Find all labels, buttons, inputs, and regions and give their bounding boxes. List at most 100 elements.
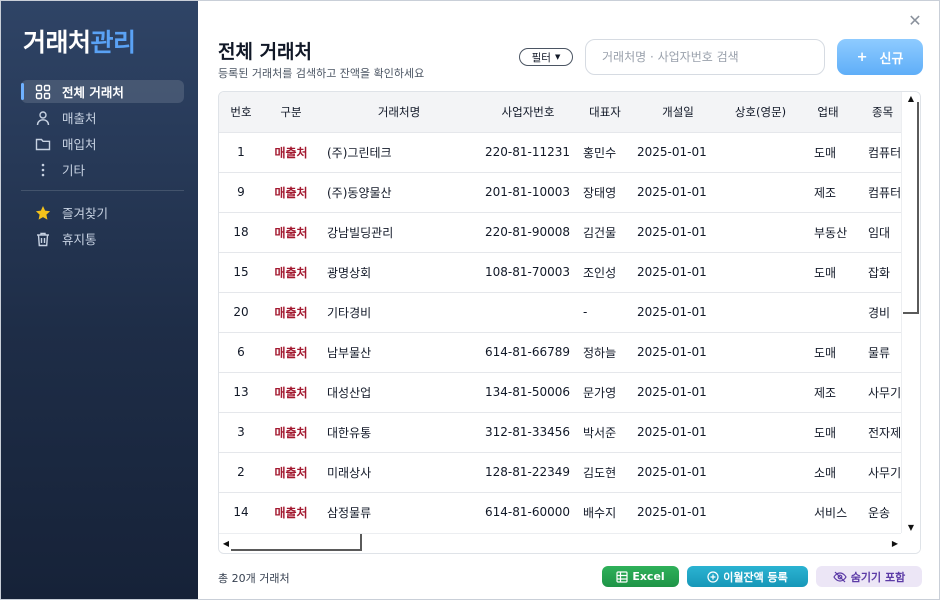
search-input[interactable] <box>586 40 824 74</box>
cell-opened: 2025-01-01 <box>637 465 707 479</box>
cell-biz-no: 108-81-70003 <box>485 265 571 279</box>
column-header-no[interactable]: 번호 <box>219 92 263 132</box>
new-button-label: 신규 <box>879 51 904 67</box>
page-subtitle: 등록된 거래처를 검색하고 잔액을 확인하세요 <box>218 67 425 80</box>
table-row[interactable]: 15 매출처 광명상회 108-81-70003 조인성 2025-01-01 … <box>219 252 903 292</box>
app-logo: 거래처관리 <box>23 23 136 59</box>
plus-icon: + <box>856 49 868 65</box>
cell-eng-name <box>723 412 798 452</box>
include-hidden-toggle[interactable]: 숨기기 포함 <box>816 566 922 587</box>
column-header-item[interactable]: 종목 <box>858 92 903 132</box>
cell-eng-name <box>723 492 798 532</box>
horizontal-scroll-thumb[interactable] <box>231 534 362 551</box>
cell-no: 2 <box>237 465 245 479</box>
sidebar-item-others[interactable]: 기타 <box>21 158 184 181</box>
table-row[interactable]: 9 매출처 (주)동양물산 201-81-10003 장태영 2025-01-0… <box>219 172 903 212</box>
cell-opened: 2025-01-01 <box>637 145 707 159</box>
page-title: 전체 거래처 <box>218 41 313 63</box>
cell-rep: 장태영 <box>583 185 617 200</box>
table-row[interactable]: 2 매출처 미래상사 128-81-22349 김도현 2025-01-01 소… <box>219 452 903 492</box>
cell-type: 매출처 <box>274 465 308 480</box>
column-header-opened[interactable]: 개설일 <box>633 92 723 132</box>
main-panel: ✕ 전체 거래처 등록된 거래처를 검색하고 잔액을 확인하세요 필터 ▼ + … <box>198 1 939 599</box>
cell-biz-no: 312-81-33456 <box>485 425 571 439</box>
cell-no: 13 <box>233 385 249 399</box>
carryover-balance-button[interactable]: 이월잔액 등록 <box>687 566 808 587</box>
cell-item: 컴퓨터주 <box>868 185 903 200</box>
table-row[interactable]: 18 매출처 강남빌딩관리 220-81-90008 김건물 2025-01-0… <box>219 212 903 252</box>
new-client-button[interactable]: + 신규 <box>837 39 923 75</box>
column-header-rep[interactable]: 대표자 <box>577 92 633 132</box>
cell-eng-name <box>723 332 798 372</box>
cell-type: 매출처 <box>274 425 308 440</box>
cell-industry: 서비스 <box>814 505 848 520</box>
sidebar-item-favorites[interactable]: 즐겨찾기 <box>21 201 184 224</box>
cell-opened: 2025-01-01 <box>637 345 707 359</box>
scroll-left-icon[interactable]: ◀ <box>221 539 231 549</box>
cell-opened: 2025-01-01 <box>637 385 707 399</box>
cell-no: 1 <box>237 145 245 159</box>
sidebar-item-trash[interactable]: 휴지통 <box>21 227 184 250</box>
cell-type: 매출처 <box>274 345 308 360</box>
table-row[interactable]: 14 매출처 삼정물류 614-81-60000 배수지 2025-01-01 … <box>219 492 903 532</box>
cell-rep: 홍민수 <box>583 145 617 160</box>
sidebar-item-all-clients[interactable]: 전체 거래처 <box>21 80 184 103</box>
cell-name: 미래상사 <box>327 465 372 480</box>
cell-type: 매출처 <box>274 305 308 320</box>
cell-type: 매출처 <box>274 265 308 280</box>
cell-industry <box>798 292 858 332</box>
sidebar-item-label: 매출처 <box>62 111 97 126</box>
vertical-scroll-thumb[interactable] <box>903 102 919 314</box>
table-row[interactable]: 6 매출처 남부물산 614-81-66789 정하늘 2025-01-01 도… <box>219 332 903 372</box>
logo-text-accent: 관리 <box>90 28 137 57</box>
excel-export-button[interactable]: Excel <box>602 566 679 587</box>
cell-item: 사무기기 <box>868 385 903 400</box>
cell-rep: 조인성 <box>583 265 617 280</box>
sidebar-item-sales-clients[interactable]: 매출처 <box>21 106 184 129</box>
scroll-right-icon[interactable]: ▶ <box>890 539 900 549</box>
excel-label: Excel <box>632 570 665 583</box>
sidebar-item-label: 매입처 <box>62 137 97 152</box>
cell-rep: 문가영 <box>583 385 617 400</box>
cell-type: 매출처 <box>274 185 308 200</box>
filter-button[interactable]: 필터 ▼ <box>519 48 573 66</box>
app-window: 거래처관리 전체 거래처 매출처 매입처 기타 즐겨찾기 휴지통 ✕ 전체 거래… <box>0 0 940 600</box>
cell-industry: 도매 <box>814 265 837 280</box>
table-row[interactable]: 13 매출처 대성산업 134-81-50006 문가영 2025-01-01 … <box>219 372 903 412</box>
caret-down-icon: ▼ <box>554 53 561 61</box>
trash-icon <box>35 231 51 247</box>
cell-type: 매출처 <box>274 225 308 240</box>
cell-item: 운송 <box>868 505 891 520</box>
sidebar-item-label: 기타 <box>62 163 86 178</box>
cell-name: 삼정물류 <box>327 505 372 520</box>
horizontal-scrollbar[interactable]: ◀ ▶ <box>219 533 920 553</box>
table-viewport: 번호 구분 거래처명 사업자번호 대표자 개설일 상호(영문) 업태 종목 1 … <box>219 92 903 535</box>
more-vertical-icon <box>35 162 51 178</box>
column-header-type[interactable]: 구분 <box>263 92 319 132</box>
cell-eng-name <box>723 452 798 492</box>
cell-rep: 김도현 <box>583 465 617 480</box>
table-row[interactable]: 1 매출처 (주)그린테크 220-81-11231 홍민수 2025-01-0… <box>219 132 903 172</box>
table-row[interactable]: 3 매출처 대한유통 312-81-33456 박서준 2025-01-01 도… <box>219 412 903 452</box>
column-header-industry[interactable]: 업태 <box>798 92 858 132</box>
cell-rep: 박서준 <box>583 425 617 440</box>
vertical-scrollbar[interactable]: ▲ ▼ <box>901 92 920 535</box>
cell-no: 14 <box>233 505 249 520</box>
scrollbar-corner <box>901 533 920 553</box>
column-header-eng-name[interactable]: 상호(영문) <box>723 92 798 132</box>
table-row[interactable]: 20 매출처 기타경비 - 2025-01-01 경비 <box>219 292 903 332</box>
sidebar-item-purchase-clients[interactable]: 매입처 <box>21 132 184 155</box>
scroll-down-icon[interactable]: ▼ <box>906 523 916 533</box>
cell-eng-name <box>723 132 798 172</box>
close-icon[interactable]: ✕ <box>907 13 923 29</box>
cell-name: (주)그린테크 <box>327 145 392 160</box>
cell-name: 광명상회 <box>327 265 372 280</box>
cell-biz-no: 220-81-11231 <box>485 145 571 159</box>
column-header-name[interactable]: 거래처명 <box>319 92 479 132</box>
star-icon <box>35 205 51 221</box>
cell-biz-no: 614-81-66789 <box>485 345 571 359</box>
column-header-biz-no[interactable]: 사업자번호 <box>479 92 577 132</box>
cell-type: 매출처 <box>274 385 308 400</box>
cell-item: 사무기기 <box>868 465 903 480</box>
cell-eng-name <box>723 292 798 332</box>
